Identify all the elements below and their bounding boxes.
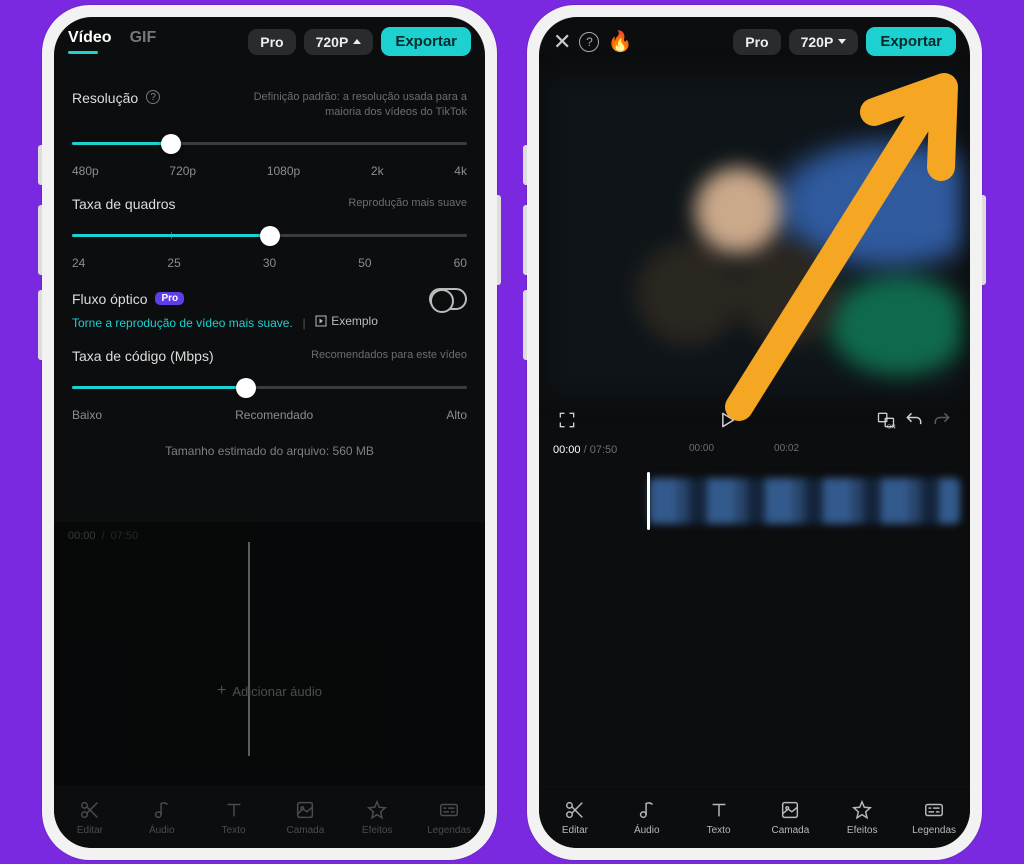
tool-audio[interactable]: Áudio	[134, 799, 190, 836]
pro-badge[interactable]: Pro	[248, 29, 295, 55]
timeline[interactable]	[539, 472, 970, 530]
pro-chip: Pro	[155, 292, 184, 305]
help-icon[interactable]: ?	[146, 90, 160, 104]
tool-edit[interactable]: Editar	[62, 799, 118, 836]
framerate-slider[interactable]	[72, 222, 467, 250]
tool-audio[interactable]: Áudio	[619, 799, 675, 836]
tool-captions[interactable]: Legendas	[421, 799, 477, 836]
caret-down-icon	[838, 39, 846, 44]
estimated-size: Tamanho estimado do arquivo: 560 MB	[72, 444, 467, 458]
export-settings-header: Vídeo GIF Pro 720P Exportar	[54, 17, 485, 64]
fullscreen-icon[interactable]	[557, 410, 577, 430]
tab-gif[interactable]: GIF	[130, 29, 157, 54]
tool-captions[interactable]: Legendas	[906, 799, 962, 836]
music-note-icon	[151, 799, 173, 821]
scissors-icon	[79, 799, 101, 821]
help-icon[interactable]: ?	[579, 32, 599, 52]
text-icon	[708, 799, 730, 821]
format-tabs: Vídeo GIF	[68, 29, 156, 54]
resolution-dropdown[interactable]: 720P	[789, 29, 859, 55]
background-editor: 00:00 / 07:50 + Adicionar áudio	[54, 522, 485, 786]
tool-layer[interactable]: Camada	[762, 799, 818, 836]
export-button[interactable]: Exportar	[381, 27, 471, 56]
video-preview[interactable]	[547, 76, 962, 396]
scissors-icon	[564, 799, 586, 821]
tool-layer[interactable]: Camada	[277, 799, 333, 836]
bitrate-ticks: Baixo Recomendado Alto	[72, 408, 467, 422]
play-icon[interactable]	[717, 410, 737, 430]
resolution-slider[interactable]	[72, 130, 467, 158]
close-icon[interactable]: ✕	[553, 29, 571, 55]
tool-effects[interactable]: Efeitos	[349, 799, 405, 836]
editor-header: ✕ ? 🔥 Pro 720P Exportar	[539, 17, 970, 64]
music-note-icon	[636, 799, 658, 821]
keyframe-icon[interactable]: ON	[876, 410, 896, 430]
resolution-value: 720P	[316, 34, 349, 50]
export-button[interactable]: Exportar	[866, 27, 956, 56]
layer-icon	[294, 799, 316, 821]
captions-icon	[438, 799, 460, 821]
optical-flow-link[interactable]: Torne a reprodução de vídeo mais suave.	[72, 316, 293, 330]
layer-icon	[779, 799, 801, 821]
redo-icon[interactable]	[932, 410, 952, 430]
framerate-label: Taxa de quadros	[72, 196, 176, 212]
framerate-hint: Reprodução mais suave	[348, 196, 467, 211]
tool-text[interactable]: Texto	[206, 799, 262, 836]
resolution-hint: Definição padrão: a resolução usada para…	[247, 90, 467, 120]
captions-icon	[923, 799, 945, 821]
tab-video[interactable]: Vídeo	[68, 29, 112, 54]
tool-text[interactable]: Texto	[691, 799, 747, 836]
svg-text:ON: ON	[887, 424, 896, 430]
playback-controls: ON	[539, 396, 970, 438]
framerate-ticks: 24 25 30 50 60	[72, 256, 467, 270]
optical-flow-toggle[interactable]	[429, 288, 467, 310]
resolution-value: 720P	[801, 34, 834, 50]
star-icon	[851, 799, 873, 821]
playhead[interactable]	[647, 472, 650, 530]
tool-effects[interactable]: Efeitos	[834, 799, 890, 836]
text-icon	[223, 799, 245, 821]
bitrate-slider[interactable]	[72, 374, 467, 402]
tool-edit[interactable]: Editar	[547, 799, 603, 836]
star-icon	[366, 799, 388, 821]
bitrate-hint: Recomendados para este vídeo	[311, 348, 467, 363]
flame-icon[interactable]: 🔥	[607, 29, 632, 54]
bottom-toolbar: Editar Áudio Texto Camada Efeitos Legend…	[54, 786, 485, 848]
bottom-toolbar: Editar Áudio Texto Camada Efeitos Legend…	[539, 786, 970, 848]
undo-icon[interactable]	[904, 410, 924, 430]
resolution-dropdown[interactable]: 720P	[304, 29, 374, 55]
play-box-icon	[315, 315, 327, 327]
example-button[interactable]: Exemplo	[315, 314, 378, 328]
bitrate-label: Taxa de código (Mbps)	[72, 348, 214, 364]
caret-up-icon	[353, 39, 361, 44]
optical-flow-label: Fluxo óptico	[72, 291, 147, 307]
add-audio-button[interactable]: + Adicionar áudio	[217, 682, 322, 700]
video-clip[interactable]	[649, 478, 960, 524]
pro-badge[interactable]: Pro	[733, 29, 780, 55]
resolution-ticks: 480p 720p 1080p 2k 4k	[72, 164, 467, 178]
resolution-label: Resolução	[72, 90, 138, 106]
